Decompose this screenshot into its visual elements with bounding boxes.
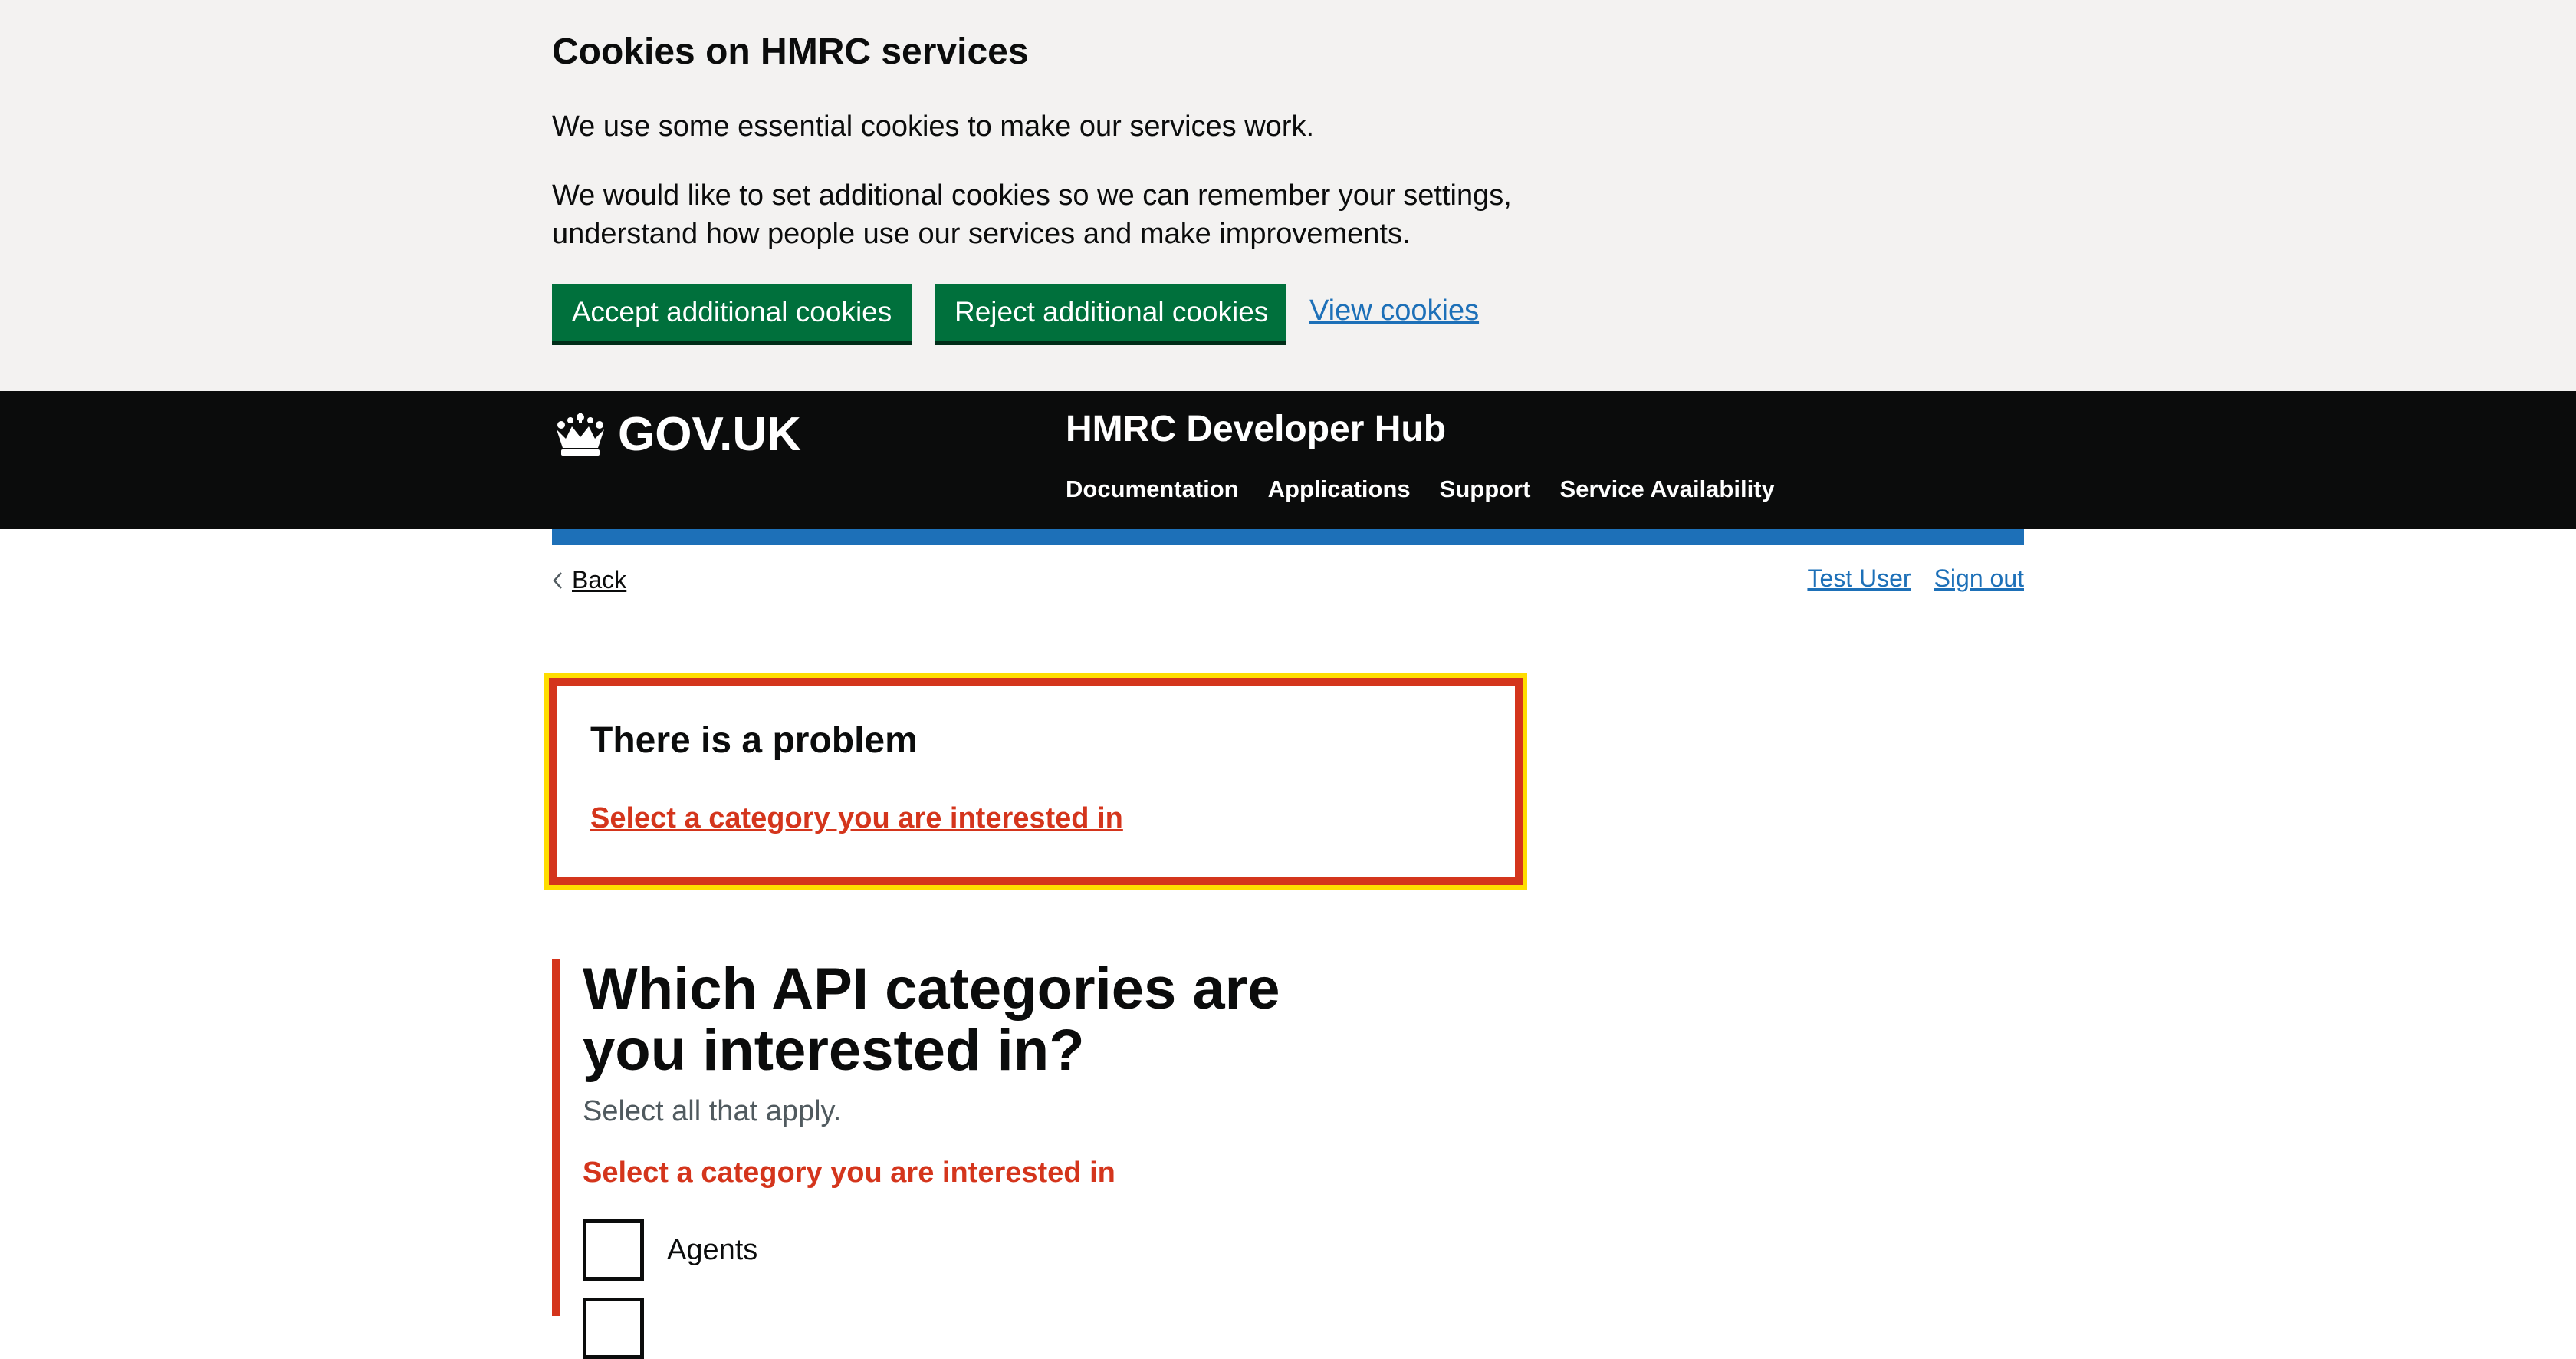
user-name-link[interactable]: Test User	[1807, 564, 1911, 593]
back-link-label: Back	[572, 566, 627, 594]
accept-cookies-button[interactable]: Accept additional cookies	[552, 284, 912, 341]
cookie-banner: Cookies on HMRC services We use some ess…	[0, 0, 2576, 391]
cookie-banner-title: Cookies on HMRC services	[552, 31, 1029, 72]
site-header: GOV.UK HMRC Developer Hub Documentation …	[0, 391, 2576, 529]
checkbox-2[interactable]	[583, 1298, 644, 1359]
primary-navigation: Documentation Applications Support Servi…	[1066, 475, 1775, 503]
nav-item-support[interactable]: Support	[1440, 475, 1531, 503]
view-cookies-link[interactable]: View cookies	[1309, 295, 1479, 327]
error-summary-link[interactable]: Select a category you are interested in	[590, 802, 1123, 835]
chevron-left-icon	[553, 571, 562, 589]
field-error-message: Select a category you are interested in	[583, 1157, 1116, 1189]
service-name-link[interactable]: HMRC Developer Hub	[1066, 408, 1446, 450]
error-summary-title: There is a problem	[590, 720, 918, 761]
cookie-banner-text-additional: We would like to set additional cookies …	[552, 179, 1512, 250]
nav-item-service-availability[interactable]: Service Availability	[1559, 475, 1774, 503]
cookie-banner-actions: Accept additional cookies Reject additio…	[552, 284, 1549, 345]
govuk-logo-text: GOV.UK	[618, 407, 801, 461]
checkbox-agents[interactable]	[583, 1219, 644, 1281]
api-category-form-group: Which API categories are you interested …	[552, 956, 1556, 1359]
nav-item-applications[interactable]: Applications	[1268, 475, 1411, 503]
sign-out-link[interactable]: Sign out	[1934, 564, 2024, 593]
nav-item-documentation[interactable]: Documentation	[1066, 475, 1239, 503]
cookie-banner-text-essential: We use some essential cookies to make ou…	[552, 110, 1315, 143]
reject-cookies-button[interactable]: Reject additional cookies	[935, 284, 1286, 341]
page-title: Which API categories are you interested …	[583, 956, 1280, 1083]
govuk-logo-link[interactable]: GOV.UK	[552, 406, 801, 462]
checkbox-label-agents[interactable]: Agents	[667, 1234, 757, 1267]
hint-text: Select all that apply.	[583, 1095, 842, 1127]
checkbox-item-agents[interactable]: Agents	[583, 1219, 757, 1281]
error-summary: There is a problem Select a category you…	[544, 673, 1527, 890]
user-navigation: Test User Sign out	[1807, 564, 2024, 593]
header-blue-bar	[552, 529, 2024, 545]
back-link[interactable]: Back	[552, 566, 626, 594]
checkbox-item-2[interactable]	[583, 1298, 667, 1359]
crown-icon	[557, 413, 604, 456]
